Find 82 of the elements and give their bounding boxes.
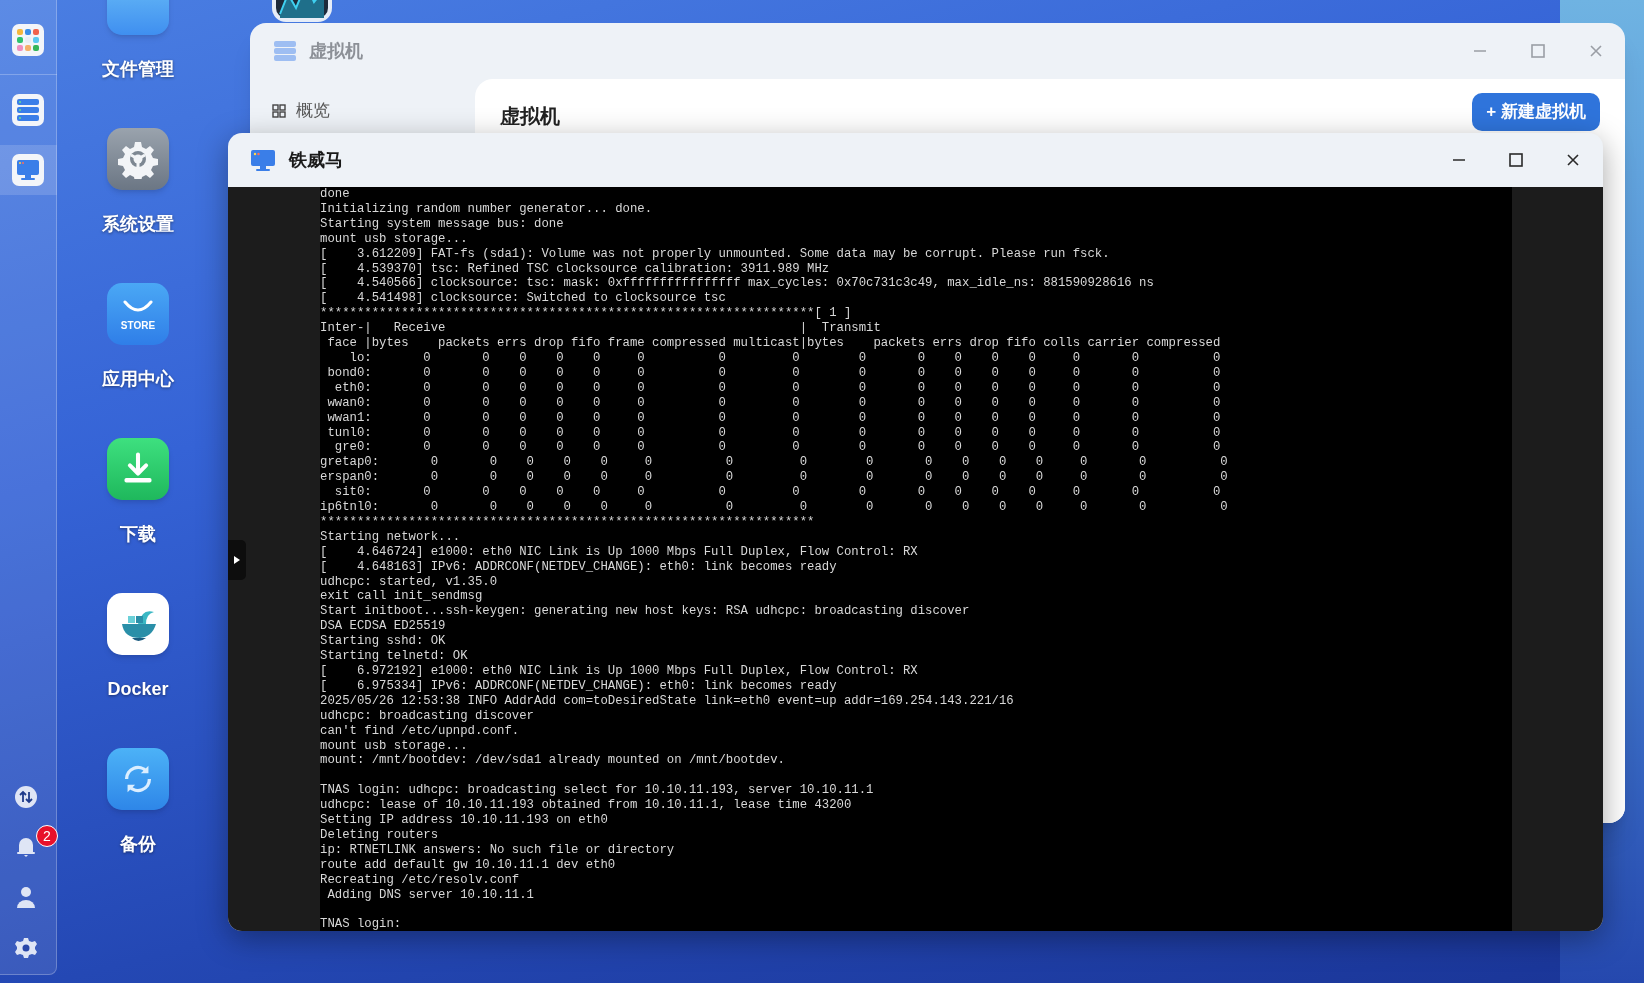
terminal-line: DSA ECDSA ED25519 bbox=[320, 619, 446, 635]
app-label[interactable]: 备份 bbox=[120, 832, 156, 856]
terminal-line: bond0: 0 0 0 0 0 0 0 0 0 0 0 0 0 0 0 0 bbox=[326, 365, 1221, 381]
sidebar-item[interactable]: 概览 bbox=[296, 98, 330, 124]
terminal-line: Inter-| Receive | Transmit bbox=[320, 321, 881, 337]
terminal-line: udhcpc: started, v1.35.0 bbox=[320, 574, 498, 590]
store-label: STORE bbox=[120, 320, 156, 332]
terminal-line: Starting system message bus: done bbox=[320, 216, 564, 232]
grid-icon bbox=[272, 104, 286, 118]
terminal-line: [ 4.540566] clocksource: tsc: mask: 0xffffffffffffffff max_cycles: 0x70c731c3c49, max_idle_ns: 881590928616 ns bbox=[320, 276, 1154, 292]
terminal-line: [ 4.539370] tsc: Refined TSC clocksource calibration: 3911.989 MHz bbox=[320, 261, 830, 277]
terminal-line: Initializing random number generator... done. bbox=[320, 201, 653, 217]
bell-icon[interactable] bbox=[15, 836, 37, 858]
terminal-line: wwan0: 0 0 0 0 0 0 0 0 0 0 0 0 0 0 0 0 bbox=[326, 395, 1221, 411]
terminal-line: Recreating /etc/resolv.conf bbox=[320, 872, 520, 888]
terminal-line: ******************************************************************* bbox=[320, 514, 815, 530]
window-title: 铁威马 bbox=[289, 148, 343, 172]
terminal-line: Adding DNS server 10.10.11.1 bbox=[326, 887, 534, 903]
terminal-line: exit call init_sendmsg bbox=[320, 589, 483, 605]
terminal-line: [ 4.648163] IPv6: ADDRCONF(NETDEV_CHANGE): eth0: link becomes ready bbox=[320, 559, 837, 575]
gear-icon[interactable] bbox=[107, 128, 169, 190]
terminal-line: Setting IP address 10.10.11.193 on eth0 bbox=[320, 813, 608, 828]
terminal-line: wwan1: 0 0 0 0 0 0 0 0 0 0 0 0 0 0 0 0 bbox=[326, 410, 1221, 426]
maximize-icon[interactable] bbox=[1509, 153, 1523, 167]
settings-icon[interactable] bbox=[15, 937, 37, 959]
terminal-line: *******************************************************************[ 1 ] bbox=[320, 306, 852, 322]
monitor-icon[interactable] bbox=[12, 154, 44, 186]
terminal-line: [ 6.972192] e1000: eth0 NIC Link is Up 1000 Mbps Full Duplex, Flow Control: RX bbox=[320, 664, 918, 679]
terminal-line: lo: 0 0 0 0 0 0 0 0 0 0 0 0 0 0 0 0 bbox=[348, 350, 1221, 366]
terminal-line: mount usb storage... bbox=[320, 231, 468, 247]
app-label[interactable]: 文件管理 bbox=[102, 57, 174, 81]
store-tile[interactable]: STORE bbox=[107, 283, 169, 345]
app-label[interactable]: Docker bbox=[107, 677, 169, 701]
transfer-icon[interactable] bbox=[15, 786, 37, 808]
monitor-icon bbox=[250, 147, 276, 173]
terminal-line: gre0: 0 0 0 0 0 0 0 0 0 0 0 0 0 0 0 0 bbox=[333, 440, 1221, 456]
terminal-line: Start initboot...ssh-keygen: generating new host keys: RSA udhcpc: broadcasting discover bbox=[320, 604, 970, 620]
app-label[interactable]: 应用中心 bbox=[102, 367, 174, 391]
terminal-line: [ 6.975334] IPv6: ADDRCONF(NETDEV_CHANGE): eth0: link becomes ready bbox=[320, 678, 837, 694]
terminal-line: route add default gw 10.10.11.1 dev eth0 bbox=[320, 857, 616, 873]
terminal-line: 2025/05/26 12:53:38 INFO AddrAdd com=toDesiredState link=eth0 event=up addr=169.254.143.221/16 bbox=[320, 693, 1014, 709]
smile-icon bbox=[123, 300, 153, 314]
close-icon[interactable] bbox=[1566, 153, 1580, 167]
terminal-line: TNAS login: udhcpc: broadcasting select for 10.10.11.193, server 10.10.11.1 bbox=[320, 783, 874, 799]
window-title: 虚拟机 bbox=[309, 39, 363, 63]
sync-icon[interactable] bbox=[107, 748, 169, 810]
download-icon[interactable] bbox=[107, 438, 169, 500]
terminal-line: Starting telnetd: OK bbox=[320, 649, 468, 664]
server-icon bbox=[272, 38, 298, 64]
terminal-line: udhcpc: lease of 10.10.11.193 obtained from 10.10.11.1, lease time 43200 bbox=[320, 798, 852, 814]
terminal-line: can't find /etc/upnpd.conf. bbox=[320, 723, 520, 739]
caret-icon bbox=[234, 556, 240, 564]
terminal-line: face |bytes packets errs drop fifo frame compressed multicast|bytes packets errs drop fifo colls carrier compressed bbox=[326, 336, 1221, 351]
server-icon[interactable] bbox=[12, 94, 44, 126]
terminal-screen[interactable] bbox=[320, 187, 1512, 931]
terminal-line: [ 4.541498] clocksource: Switched to clocksource tsc bbox=[320, 291, 726, 307]
terminal-line: mount: /mnt/bootdev: /dev/sda1 already mounted on /mnt/bootdev. bbox=[320, 753, 785, 769]
terminal-line: TNAS login: bbox=[320, 917, 402, 931]
new-vm-button[interactable]: + 新建虚拟机 bbox=[1472, 93, 1600, 131]
terminal-line: Starting sshd: OK bbox=[320, 634, 446, 650]
terminal-line: done bbox=[320, 187, 350, 202]
terminal-line: eth0: 0 0 0 0 0 0 0 0 0 0 0 0 0 0 0 0 bbox=[333, 380, 1221, 396]
app-label[interactable]: 系统设置 bbox=[102, 212, 174, 236]
terminal-line: [ 3.612209] FAT-fs (sda1): Volume was not properly unmounted. Some data may be corrupt. Please run fsck. bbox=[320, 246, 1110, 262]
terminal-line: udhcpc: broadcasting discover bbox=[320, 708, 534, 724]
terminal-line: [ 4.646724] e1000: eth0 NIC Link is Up 1000 Mbps Full Duplex, Flow Control: RX bbox=[320, 544, 918, 560]
notification-badge: 2 bbox=[36, 825, 58, 847]
terminal-line: erspan0: 0 0 0 0 0 0 0 0 0 0 0 0 0 0 0 0 bbox=[320, 470, 1228, 486]
page-heading: 虚拟机 bbox=[500, 104, 560, 129]
terminal-line: mount usb storage... bbox=[320, 738, 468, 754]
expand-handle[interactable] bbox=[228, 540, 246, 580]
terminal-line: ip6tnl0: 0 0 0 0 0 0 0 0 0 0 0 0 0 0 0 0 bbox=[320, 500, 1228, 515]
apps-grid-icon[interactable] bbox=[12, 24, 44, 56]
user-icon[interactable] bbox=[15, 886, 37, 908]
terminal-line: Starting network... bbox=[320, 529, 461, 545]
app-label[interactable]: 下载 bbox=[120, 522, 156, 546]
terminal-line: Deleting routers bbox=[320, 827, 439, 843]
terminal-line: gretap0: 0 0 0 0 0 0 0 0 0 0 0 0 0 0 0 0 bbox=[320, 455, 1228, 471]
terminal-line: sit0: 0 0 0 0 0 0 0 0 0 0 0 0 0 0 0 0 bbox=[333, 485, 1221, 501]
terminal-line: ip: RTNETLINK answers: No such file or directory bbox=[320, 842, 675, 858]
whale-icon[interactable] bbox=[107, 593, 169, 655]
terminal-line: tunl0: 0 0 0 0 0 0 0 0 0 0 0 0 0 0 0 0 bbox=[326, 425, 1221, 441]
